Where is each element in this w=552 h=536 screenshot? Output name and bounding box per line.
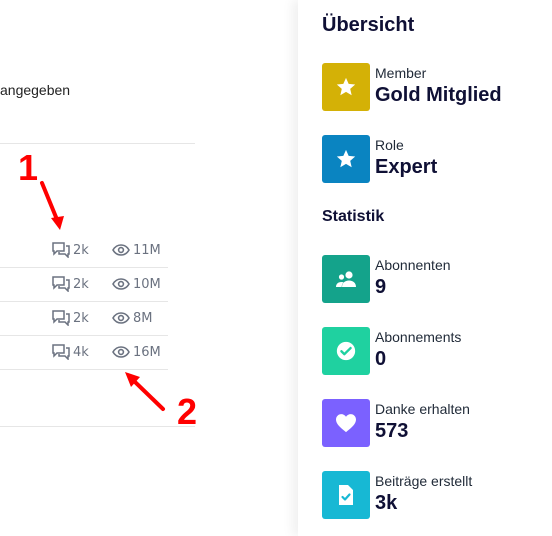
users-icon [336,271,356,287]
member-value: Gold Mitglied [375,84,502,106]
eye-icon [112,346,130,358]
replies-icon [52,310,70,326]
member-card: Member Gold Mitglied [322,63,552,111]
document-check-icon [339,485,353,505]
followers-card: Abonnenten 9 [322,255,552,303]
eye-icon [112,312,130,324]
role-card: Role Expert [322,135,552,183]
posts-label: Beiträge erstellt [375,473,473,489]
star-icon [336,149,356,168]
posts-badge [322,471,370,519]
topic-row-stats: 2k 8M [0,301,168,335]
subscriptions-badge [322,327,370,375]
eye-icon [112,278,130,290]
check-circle-icon [336,341,356,361]
views-count: 8M [112,301,153,335]
thanks-badge [322,399,370,447]
member-label: Member [375,65,427,81]
replies-icon [52,344,70,360]
topic-row-stats: 2k 10M [0,267,168,301]
replies-count: 4k [52,335,89,369]
posts-card: Beiträge erstellt 3k [322,471,552,519]
subscriptions-value: 0 [375,348,387,370]
statistics-title: Statistik [322,208,385,225]
role-value: Expert [375,156,438,178]
star-icon [336,77,356,96]
thanks-value: 573 [375,420,409,442]
overview-title: Übersicht [322,14,415,36]
thanks-card: Danke erhalten 573 [322,399,552,447]
annotation-marker-1: 1 [18,147,39,188]
unspecified-text: angegeben [0,82,71,98]
replies-icon [52,242,70,258]
topic-row-stats: 2k 11M [0,233,168,267]
main-content: angegeben 2k 11M 2k 10M 2k 8M 4k 16M [0,0,298,536]
member-badge [322,63,370,111]
posts-value: 3k [375,492,398,514]
annotation-arrow-2 [125,372,165,411]
replies-icon [52,276,70,292]
subscriptions-card: Abonnements 0 [322,327,552,375]
replies-count: 2k [52,267,89,301]
followers-label: Abonnenten [375,257,451,273]
profile-sidebar: Übersicht Member Gold Mitglied Role Expe… [298,0,552,536]
thanks-label: Danke erhalten [375,401,470,417]
role-label: Role [375,137,404,153]
subscriptions-label: Abonnements [375,329,462,345]
eye-icon [112,244,130,256]
annotation-arrow-1 [40,181,64,230]
heart-icon [336,414,356,433]
views-count: 11M [112,233,161,267]
followers-badge [322,255,370,303]
topic-row-stats: 4k 16M [0,335,168,369]
annotation-marker-2: 2 [177,391,198,432]
followers-value: 9 [375,276,387,298]
divider [0,143,195,144]
views-count: 16M [112,335,161,369]
replies-count: 2k [52,233,89,267]
replies-count: 2k [52,301,89,335]
role-badge [322,135,370,183]
divider [0,426,195,427]
views-count: 10M [112,267,161,301]
